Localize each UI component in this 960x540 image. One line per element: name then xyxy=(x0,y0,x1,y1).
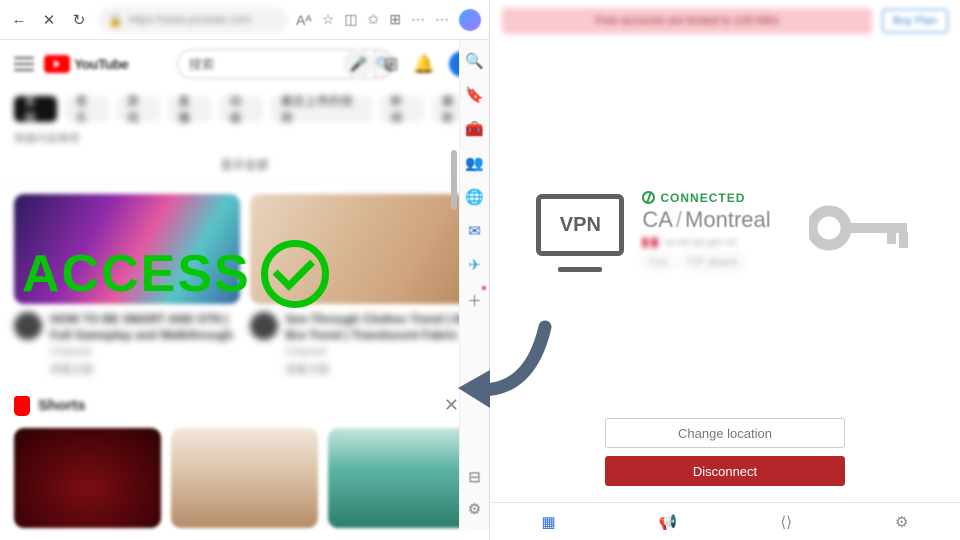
settings-sidebar-icon[interactable]: ⚙ xyxy=(468,500,481,518)
change-location-button[interactable]: Change location xyxy=(605,418,845,448)
vpn-info: CONNECTED CA/Montreal ca-mtl.vpn.gen-12 … xyxy=(642,191,770,270)
chip[interactable]: 新闻 xyxy=(380,96,423,122)
disconnect-button[interactable]: Disconnect xyxy=(605,456,845,486)
video-channel: Channel xyxy=(286,346,476,358)
refresh-button[interactable]: ↻ xyxy=(68,9,90,31)
nav-announce-icon[interactable]: 📢 xyxy=(659,513,678,531)
location-city: Montreal xyxy=(685,207,771,232)
connected-status: CONNECTED xyxy=(642,191,770,205)
youtube-logo[interactable]: YouTube xyxy=(44,55,128,73)
url-text: https://www.youtube.com xyxy=(129,14,251,26)
connected-label: CONNECTED xyxy=(660,191,745,205)
globe-icon xyxy=(642,191,655,204)
browser-sidebar: 🔍 🔖 🧰 👥 🌐 ✉ ✈ ＋ ⊟ ⚙ xyxy=(459,40,489,530)
hamburger-icon[interactable] xyxy=(14,57,34,71)
youtube-header: YouTube 🔍 🎤 ⊞ 🔔 xyxy=(0,40,489,88)
notifications-icon[interactable]: 🔔 xyxy=(413,54,435,75)
video-channel: Channel xyxy=(50,346,240,358)
nav-dashboard-icon[interactable]: ▦ xyxy=(541,513,555,531)
people-icon[interactable]: 👥 xyxy=(465,154,484,172)
create-icon[interactable]: ⊞ xyxy=(383,54,398,75)
chip[interactable]: 最近上传的视频 xyxy=(271,96,373,122)
flag-icon xyxy=(642,237,658,248)
chip[interactable]: 游戏 xyxy=(117,96,160,122)
chip[interactable]: 动画 xyxy=(219,96,262,122)
youtube-play-icon xyxy=(44,55,70,73)
access-stamp: ACCESS xyxy=(22,240,329,308)
recommendation-label: 根据内容推荐 xyxy=(0,130,489,146)
add-icon[interactable]: ＋ xyxy=(467,290,482,311)
tools-icon[interactable]: 🧰 xyxy=(465,120,484,138)
channel-avatar xyxy=(14,312,42,340)
vpn-monitor-icon: VPN xyxy=(536,194,624,256)
banner-row: Free accounts are limited to 128 KB/s Bu… xyxy=(490,0,960,42)
read-aloud-icon[interactable]: Aᴬ xyxy=(296,12,312,28)
tag: Free xyxy=(642,254,675,270)
globe-sidebar-icon[interactable]: 🌐 xyxy=(465,188,484,206)
vpn-bottom-nav: ▦ 📢 ⟨⟩ ⚙ xyxy=(490,502,960,540)
lock-icon: 🔒 xyxy=(108,13,123,27)
favorite-icon[interactable]: ☆ xyxy=(322,11,335,28)
shorts-header: Shorts ✕ xyxy=(0,391,489,420)
checkmark-icon xyxy=(261,240,329,308)
vpn-panel: Free accounts are limited to 128 KB/s Bu… xyxy=(490,0,960,540)
address-bar[interactable]: 🔒 https://www.youtube.com xyxy=(98,7,288,33)
split-icon[interactable]: ◫ xyxy=(344,11,357,28)
short-thumbnail[interactable] xyxy=(14,428,161,528)
vpn-status-row: VPN CONNECTED CA/Montreal ca-mtl.vpn.gen… xyxy=(536,191,913,270)
browser-panel: ← ✕ ↻ 🔒 https://www.youtube.com Aᴬ ☆ ◫ ✩… xyxy=(0,0,490,540)
youtube-logo-text: YouTube xyxy=(74,56,128,72)
show-more-bar[interactable]: 显示全部 xyxy=(0,146,489,184)
performance-icon[interactable]: ⊟ xyxy=(468,468,481,486)
browser-actions: Aᴬ ☆ ◫ ✩ ⊞ ⋯ ⋯ xyxy=(296,9,481,31)
video-views: 观看次数 xyxy=(286,361,476,377)
short-thumbnail[interactable] xyxy=(171,428,318,528)
search-sidebar-icon[interactable]: 🔍 xyxy=(465,52,484,70)
location-country: CA xyxy=(642,207,673,232)
shorts-row xyxy=(0,420,489,536)
mail-icon[interactable]: ✉ xyxy=(468,222,481,240)
channel-avatar xyxy=(250,312,278,340)
scrollbar-thumb[interactable] xyxy=(451,150,457,210)
limit-banner: Free accounts are limited to 128 KB/s xyxy=(502,8,872,34)
chip[interactable]: 音乐 xyxy=(65,96,108,122)
favorites-bar-icon[interactable]: ✩ xyxy=(368,11,380,28)
menu-icon[interactable]: ⋯ xyxy=(435,11,449,28)
nav-code-icon[interactable]: ⟨⟩ xyxy=(780,513,792,531)
chip[interactable]: 直播 xyxy=(168,96,211,122)
server-tags: Free P2P allowed xyxy=(642,254,770,270)
short-thumbnail[interactable] xyxy=(328,428,475,528)
shorts-icon xyxy=(14,396,30,416)
video-title: HOW TO BE SMART AND STN | Full Gameplay … xyxy=(50,312,240,343)
close-tab-button[interactable]: ✕ xyxy=(38,9,60,31)
vpn-buttons: Change location Disconnect xyxy=(490,418,960,502)
copilot-icon[interactable] xyxy=(459,9,481,31)
search-box: 🔍 xyxy=(177,49,327,79)
key-icon xyxy=(809,204,914,257)
vpn-main: VPN CONNECTED CA/Montreal ca-mtl.vpn.gen… xyxy=(490,42,960,418)
back-button[interactable]: ← xyxy=(8,9,30,31)
browser-toolbar: ← ✕ ↻ 🔒 https://www.youtube.com Aᴬ ☆ ◫ ✩… xyxy=(0,0,489,40)
server-meta: ca-mtl.vpn.gen-12 xyxy=(642,237,770,248)
access-text: ACCESS xyxy=(22,244,251,304)
vpn-badge: VPN xyxy=(536,194,624,266)
video-views: 观看次数 xyxy=(50,361,240,377)
tag: P2P allowed xyxy=(681,254,745,270)
collections-icon[interactable]: ⊞ xyxy=(389,11,401,28)
send-icon[interactable]: ✈ xyxy=(468,256,481,274)
extensions-icon[interactable]: ⋯ xyxy=(411,11,425,28)
nav-settings-icon[interactable]: ⚙ xyxy=(895,513,908,531)
vpn-location: CA/Montreal xyxy=(642,207,770,233)
shorts-label: Shorts xyxy=(38,397,86,414)
buy-plan-button[interactable]: Buy Plan xyxy=(882,9,948,33)
shopping-icon[interactable]: 🔖 xyxy=(465,86,484,104)
pointer-arrow xyxy=(450,312,560,427)
category-chips: 全部 音乐 游戏 直播 动画 最近上传的视频 新闻 最新 xyxy=(0,88,489,130)
video-title: See-Through Clothes Trend | No Bra Trend… xyxy=(286,312,476,343)
chip[interactable]: 全部 xyxy=(14,96,57,122)
server-id: ca-mtl.vpn.gen-12 xyxy=(664,237,736,247)
